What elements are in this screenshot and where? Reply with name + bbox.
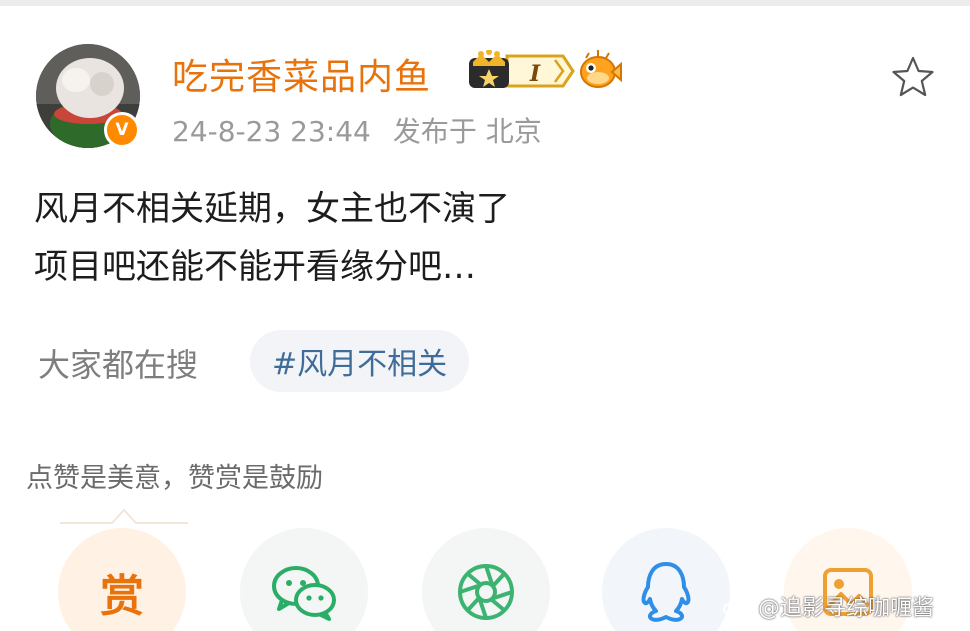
level-number: I: [529, 61, 541, 87]
reward-button-label: 赏: [100, 571, 144, 622]
weibo-icon: [723, 597, 751, 617]
post-location: 发布于 北京: [392, 115, 542, 148]
post-content-line: 项目吧还能不能开看缘分吧…: [34, 247, 476, 287]
share-moments-button[interactable]: [422, 528, 550, 631]
qq-icon: [641, 562, 691, 622]
trending-search-label: 大家都在搜: [38, 346, 199, 384]
author-name[interactable]: 吃完香菜品内鱼: [172, 48, 431, 100]
member-level-badge[interactable]: I: [467, 50, 575, 92]
share-qq-button[interactable]: [602, 528, 730, 631]
tooltip-caret: [60, 508, 188, 524]
post-meta: 24-8-23 23:44 发布于 北京: [172, 110, 542, 150]
trending-topic-link[interactable]: #风月不相关: [250, 330, 470, 392]
pufferfish-icon[interactable]: [578, 50, 622, 90]
share-wechat-button[interactable]: [240, 528, 368, 631]
reward-button[interactable]: 赏: [58, 528, 186, 631]
watermark-text: @追影寻综咖喱酱: [758, 596, 935, 621]
reward-note: 点赞是美意，赞赏是鼓励: [26, 463, 323, 494]
wechat-icon: [272, 566, 336, 621]
moments-icon: [458, 564, 514, 620]
post-content: 风月不相关延期，女主也不演了 项目吧还能不能开看缘分吧…: [34, 180, 510, 296]
star-icon[interactable]: [890, 55, 936, 99]
verified-badge: V: [104, 112, 140, 148]
post-time: 24-8-23 23:44: [172, 115, 371, 148]
post-content-line: 风月不相关延期，女主也不演了: [34, 189, 510, 229]
watermark: @追影寻综咖喱酱: [722, 590, 934, 622]
top-divider: [0, 0, 970, 6]
